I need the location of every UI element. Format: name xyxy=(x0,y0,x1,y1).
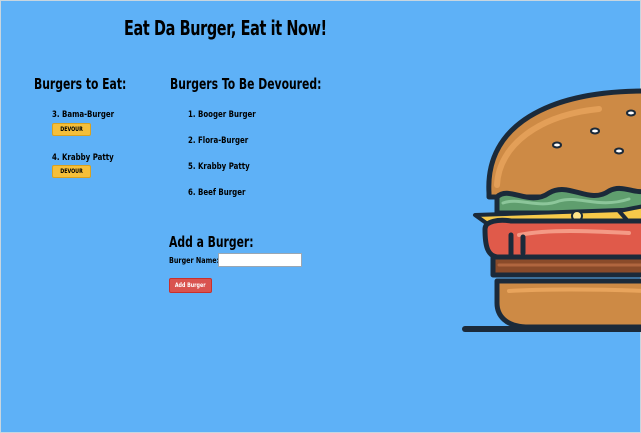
to-eat-heading: Burgers to Eat: xyxy=(34,75,127,93)
devoured-item-label: 6. Beef Burger xyxy=(188,188,246,198)
devoured-item-label: 1. Booger Burger xyxy=(188,110,256,120)
burger-name-input[interactable] xyxy=(218,253,302,267)
to-eat-item-label: 3. Bama-Burger xyxy=(52,110,115,120)
to-eat-item-label: 4. Krabby Patty xyxy=(52,153,114,163)
devour-button-label: DEVOUR IT! xyxy=(60,126,83,133)
add-burger-button-label: Add Burger xyxy=(175,282,206,289)
add-burger-button[interactable]: Add Burger xyxy=(169,278,212,293)
burger-illustration-icon xyxy=(462,88,641,332)
devoured-item-label: 5. Krabby Patty xyxy=(188,162,250,172)
devour-button-label: DEVOUR IT! xyxy=(60,168,83,175)
page-title: Eat Da Burger, Eat it Now! xyxy=(124,16,327,40)
devoured-item-label: 2. Flora-Burger xyxy=(188,136,249,146)
devour-button[interactable]: DEVOUR IT! xyxy=(52,165,91,178)
add-burger-heading: Add a Burger: xyxy=(169,233,254,251)
devour-button[interactable]: DEVOUR IT! xyxy=(52,123,91,136)
devoured-heading: Burgers To Be Devoured: xyxy=(170,75,322,93)
burger-name-label: Burger Name: xyxy=(169,256,220,265)
